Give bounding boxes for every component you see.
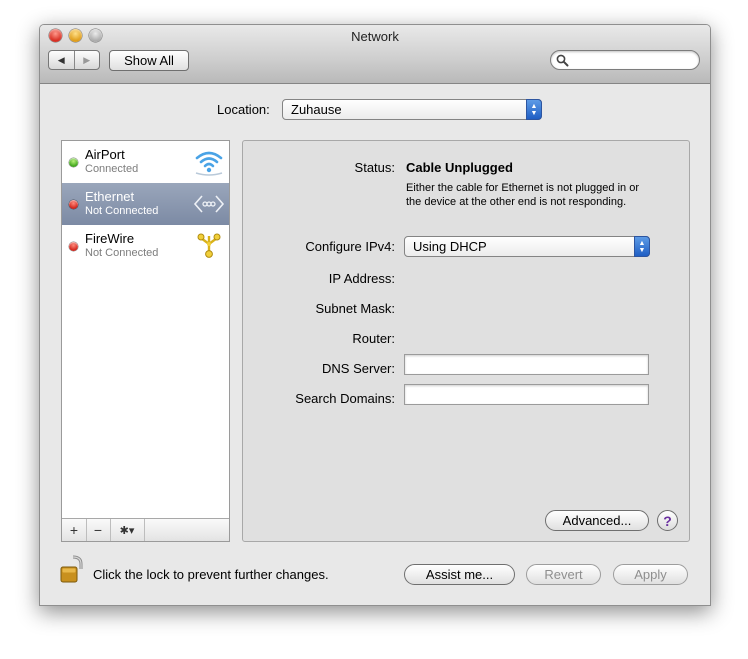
status-dot-green-icon [69, 158, 78, 167]
service-status: Connected [85, 163, 139, 175]
back-forward-control: ◀ ▶ [48, 50, 100, 70]
revert-button[interactable]: Revert [526, 564, 601, 585]
wifi-icon [195, 151, 223, 176]
router-label: Router: [352, 331, 395, 346]
add-service-button[interactable]: + [62, 519, 87, 541]
popup-arrows-icon: ▲ ▼ [634, 236, 650, 257]
service-list-toolbar: + − ✱▾ [62, 518, 229, 541]
popup-arrows-icon: ▲ ▼ [526, 99, 542, 120]
configure-ipv4-popup[interactable]: Using DHCP ▲ ▼ [404, 236, 650, 257]
location-popup[interactable]: Zuhause ▲ ▼ [282, 99, 542, 120]
show-all-button[interactable]: Show All [109, 50, 189, 71]
service-item-airport[interactable]: AirPort Connected [62, 141, 229, 183]
search-domains-field[interactable] [404, 384, 649, 405]
status-dot-red-icon [69, 200, 78, 209]
service-detail-panel: Status: Cable Unplugged Either the cable… [242, 140, 690, 542]
service-item-ethernet[interactable]: Ethernet Not Connected [62, 183, 229, 225]
advanced-button[interactable]: Advanced... [545, 510, 649, 531]
service-status: Not Connected [85, 247, 159, 259]
minus-icon: − [93, 522, 103, 538]
configure-ipv4-label: Configure IPv4: [305, 239, 395, 254]
ethernet-icon [193, 195, 225, 213]
status-description: Either the cable for Ethernet is not plu… [406, 182, 639, 208]
service-name: FireWire [85, 231, 135, 246]
location-label: Location: [217, 102, 270, 117]
assist-me-button[interactable]: Assist me... [404, 564, 515, 585]
window-title: Network [351, 29, 399, 44]
service-status: Not Connected [85, 205, 159, 217]
title-bar: Network ◀ ▶ Show All [40, 25, 710, 84]
service-name: AirPort [85, 147, 125, 162]
search-field[interactable] [550, 50, 700, 70]
search-icon [556, 54, 569, 67]
question-mark-icon: ? [663, 512, 672, 529]
gear-icon: ✱▾ [119, 524, 135, 537]
apply-button[interactable]: Apply [613, 564, 688, 585]
plus-icon: + [69, 522, 79, 538]
back-button[interactable]: ◀ [49, 51, 74, 69]
status-label: Status: [354, 160, 395, 175]
ip-address-label: IP Address: [328, 271, 395, 286]
forward-button[interactable]: ▶ [73, 51, 100, 69]
subnet-mask-label: Subnet Mask: [315, 301, 396, 316]
search-domains-label: Search Domains: [295, 391, 395, 406]
lock-message: Click the lock to prevent further change… [93, 567, 329, 582]
configure-ipv4-value: Using DHCP [413, 239, 487, 254]
forward-arrow-icon: ▶ [83, 54, 91, 65]
remove-service-button[interactable]: − [86, 519, 111, 541]
status-value: Cable Unplugged [406, 160, 513, 175]
lock-icon[interactable] [59, 553, 87, 585]
service-name: Ethernet [85, 189, 135, 204]
service-item-firewire[interactable]: FireWire Not Connected [62, 225, 229, 267]
dns-server-field[interactable] [404, 354, 649, 375]
service-list: AirPort Connected Ethernet Not Connected [61, 140, 230, 542]
location-value: Zuhause [291, 102, 342, 117]
help-button[interactable]: ? [657, 510, 678, 531]
status-dot-red-icon [69, 242, 78, 251]
back-arrow-icon: ◀ [57, 54, 65, 65]
action-menu-button[interactable]: ✱▾ [110, 519, 145, 541]
network-preferences-window: Network ◀ ▶ Show All Location: Zuhause ▲… [39, 24, 711, 606]
firewire-icon [197, 233, 221, 258]
dns-server-label: DNS Server: [322, 361, 395, 376]
